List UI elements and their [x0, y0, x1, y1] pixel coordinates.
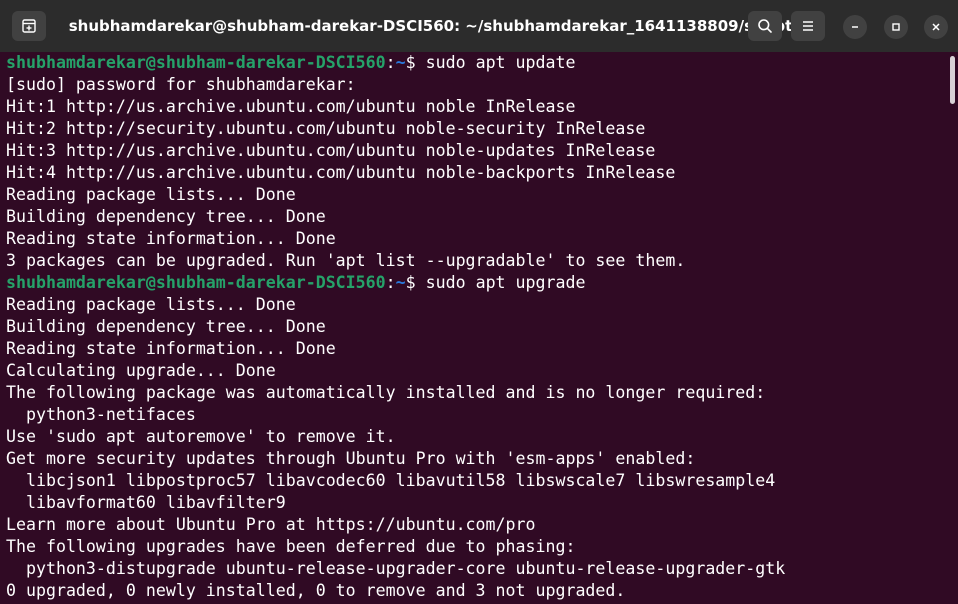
output-text: Hit:2 http://security.ubuntu.com/ubuntu … [6, 119, 646, 138]
prompt-user-host: shubhamdarekar@shubham-darekar-DSCI560 [6, 53, 386, 72]
output-line: The following upgrades have been deferre… [6, 536, 946, 558]
output-line: Use 'sudo apt autoremove' to remove it. [6, 426, 946, 448]
maximize-button[interactable] [884, 15, 908, 39]
output-text: 3 packages can be upgraded. Run 'apt lis… [6, 251, 686, 270]
prompt-colon: : [385, 53, 396, 72]
output-text: Reading package lists... Done [6, 295, 296, 314]
prompt-path: ~ [395, 273, 406, 292]
hamburger-menu-icon [803, 21, 813, 31]
output-text: Learn more about Ubuntu Pro at https://u… [6, 515, 536, 534]
minimize-icon [852, 26, 858, 28]
output-line: Calculating upgrade... Done [6, 360, 946, 382]
title-bar: shubhamdarekar@shubham-darekar-DSCI560: … [0, 0, 958, 52]
prompt-dollar: $ [405, 53, 426, 72]
output-text: Building dependency tree... Done [6, 207, 326, 226]
output-line: Building dependency tree... Done [6, 316, 946, 338]
output-line: [sudo] password for shubhamdarekar: [6, 74, 946, 96]
vertical-scrollbar[interactable] [948, 52, 958, 604]
output-line: libavformat60 libavfilter9 [6, 492, 946, 514]
output-text: libavformat60 libavfilter9 [6, 493, 286, 512]
output-text: The following upgrades have been deferre… [6, 537, 576, 556]
output-line: Reading package lists... Done [6, 294, 946, 316]
output-text: Use 'sudo apt autoremove' to remove it. [6, 427, 396, 446]
output-line: libcjson1 libpostproc57 libavcodec60 lib… [6, 470, 946, 492]
output-line: Hit:1 http://us.archive.ubuntu.com/ubunt… [6, 96, 946, 118]
output-line: 0 upgraded, 0 newly installed, 0 to remo… [6, 580, 946, 602]
output-line: Get more security updates through Ubuntu… [6, 448, 946, 470]
prompt-path: ~ [395, 53, 406, 72]
output-line: python3-netifaces [6, 404, 946, 426]
output-line: Reading state information... Done [6, 228, 946, 250]
output-text: Reading state information... Done [6, 229, 336, 248]
close-icon [932, 23, 940, 31]
output-text: Reading state information... Done [6, 339, 336, 358]
command-text: sudo apt update [425, 53, 576, 72]
output-text: libcjson1 libpostproc57 libavcodec60 lib… [6, 471, 776, 490]
output-line: Reading state information... Done [6, 338, 946, 360]
menu-button[interactable] [791, 11, 825, 41]
output-text: [sudo] password for shubhamdarekar: [6, 75, 356, 94]
output-line: Building dependency tree... Done [6, 206, 946, 228]
output-line: Learn more about Ubuntu Pro at https://u… [6, 514, 946, 536]
output-line: Reading package lists... Done [6, 184, 946, 206]
output-line: The following package was automatically … [6, 382, 946, 404]
output-text: Hit:3 http://us.archive.ubuntu.com/ubunt… [6, 141, 656, 160]
output-text: Hit:4 http://us.archive.ubuntu.com/ubunt… [6, 163, 676, 182]
window-title: shubhamdarekar@shubham-darekar-DSCI560: … [68, 17, 802, 35]
maximize-icon [892, 23, 900, 31]
output-line: Hit:3 http://us.archive.ubuntu.com/ubunt… [6, 140, 946, 162]
output-text: Building dependency tree... Done [6, 317, 326, 336]
output-text: Get more security updates through Ubuntu… [6, 449, 696, 468]
output-text: python3-netifaces [6, 405, 196, 424]
output-text: The following package was automatically … [6, 383, 766, 402]
output-text: Reading package lists... Done [6, 185, 296, 204]
prompt-user-host: shubhamdarekar@shubham-darekar-DSCI560 [6, 273, 386, 292]
output-text: 0 upgraded, 0 newly installed, 0 to remo… [6, 581, 626, 600]
search-icon [758, 19, 772, 33]
prompt-line: shubhamdarekar@shubham-darekar-DSCI560:~… [6, 272, 946, 294]
terminal-output[interactable]: shubhamdarekar@shubham-darekar-DSCI560:~… [6, 52, 946, 604]
output-line: 3 packages can be upgraded. Run 'apt lis… [6, 250, 946, 272]
output-text: Calculating upgrade... Done [6, 361, 276, 380]
prompt-dollar: $ [405, 273, 426, 292]
search-button[interactable] [748, 11, 782, 41]
prompt-line: shubhamdarekar@shubham-darekar-DSCI560:~… [6, 52, 946, 74]
close-button[interactable] [924, 15, 948, 39]
prompt-colon: : [385, 273, 396, 292]
output-line: Hit:2 http://security.ubuntu.com/ubuntu … [6, 118, 946, 140]
output-text: python3-distupgrade ubuntu-release-upgra… [6, 559, 786, 578]
output-text: Hit:1 http://us.archive.ubuntu.com/ubunt… [6, 97, 576, 116]
command-text: sudo apt upgrade [425, 273, 586, 292]
minimize-button[interactable] [843, 15, 867, 39]
output-line: Hit:4 http://us.archive.ubuntu.com/ubunt… [6, 162, 946, 184]
output-line: python3-distupgrade ubuntu-release-upgra… [6, 558, 946, 580]
terminal-window: shubhamdarekar@shubham-darekar-DSCI560: … [0, 0, 958, 604]
scrollbar-thumb[interactable] [950, 56, 955, 104]
